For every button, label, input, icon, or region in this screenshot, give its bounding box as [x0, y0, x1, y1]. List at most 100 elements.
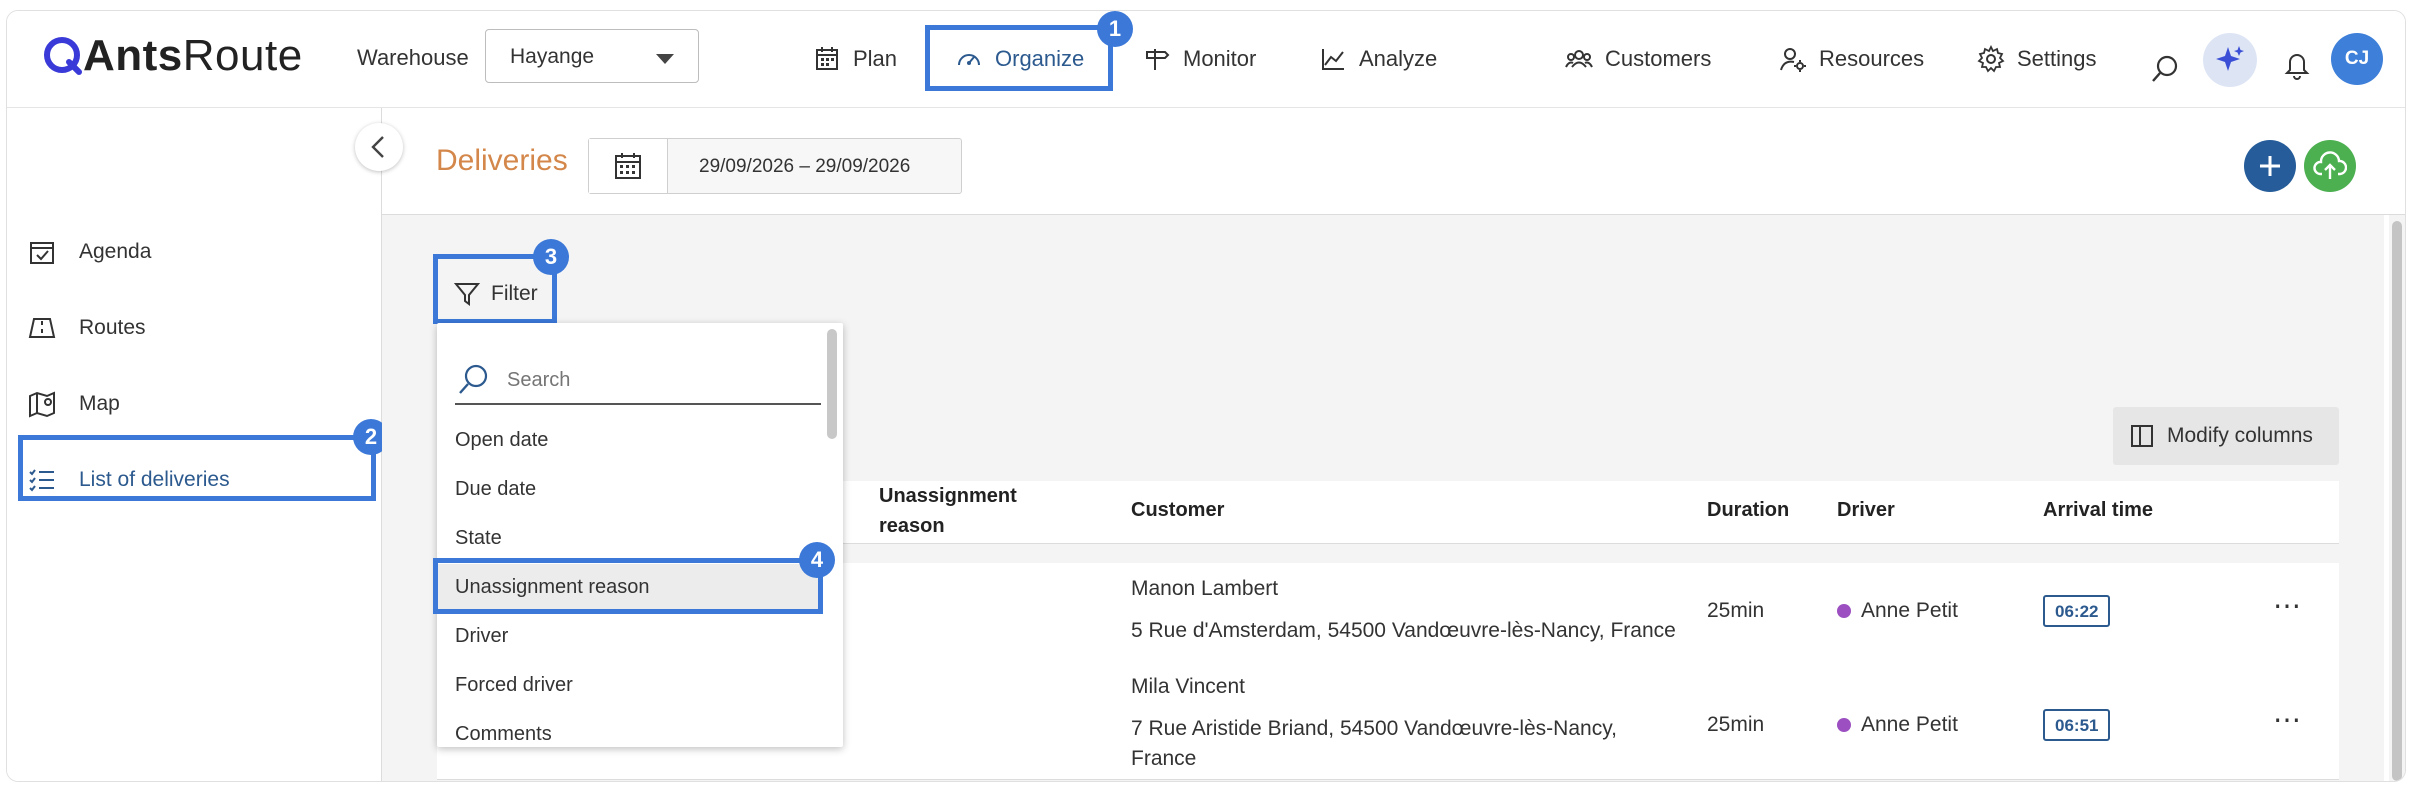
filter-option-state[interactable]: State [437, 515, 821, 561]
nav-plan-label: Plan [853, 46, 898, 71]
nav-resources-label: Resources [1819, 46, 1925, 71]
sparkle-icon [2216, 46, 2244, 71]
dropdown-scrollbar-thumb[interactable] [827, 329, 837, 439]
date-range-picker[interactable]: 29/09/2026 – 29/09/2026 [588, 138, 962, 194]
filter-dropdown: Open date Due date State Unassignment re… [437, 323, 843, 747]
search-icon [459, 364, 488, 394]
customer-address: 5 Rue d'Amsterdam, 54500 Vandœuvre-lès-N… [1131, 619, 1676, 642]
modify-columns-button[interactable]: Modify columns [2113, 407, 2339, 465]
nav-plan[interactable]: Plan [813, 39, 897, 79]
filter-search-input[interactable] [505, 367, 809, 393]
user-avatar[interactable]: CJ [2331, 33, 2383, 85]
nav-customers[interactable]: Customers [1565, 39, 1711, 79]
map-icon [29, 391, 55, 418]
top-header: AntsRoute Warehouse Hayange Plan Organiz… [7, 11, 2405, 108]
notifications-button[interactable] [2279, 47, 2315, 83]
warehouse-select[interactable]: Hayange [485, 29, 699, 83]
customer-name: Manon Lambert [1131, 577, 1279, 600]
page-title: Deliveries [436, 144, 568, 177]
main-scrollbar[interactable] [2389, 215, 2405, 781]
routes-icon [28, 318, 56, 338]
date-picker-calendar-button[interactable] [589, 139, 668, 193]
gear-icon [1977, 45, 2005, 73]
customer-name: Mila Vincent [1131, 675, 1246, 698]
sidebar-item-map[interactable]: Map [27, 384, 120, 424]
nav-resources[interactable]: Resources [1779, 39, 1924, 79]
filter-option-driver[interactable]: Driver [437, 613, 821, 659]
nav-customers-label: Customers [1605, 46, 1712, 71]
nav-monitor[interactable]: Monitor [1143, 39, 1256, 79]
driver-cell: Anne Petit [1837, 599, 1958, 623]
page-topbar: Deliveries 29/09/2026 – 29/09/2026 [382, 108, 2405, 215]
chart-icon [1322, 49, 1344, 70]
sidebar-item-routes-label: Routes [79, 316, 146, 339]
warehouse-value: Hayange [510, 45, 595, 68]
calendar-icon [816, 47, 838, 70]
logo-icon [44, 37, 82, 75]
signpost-icon [1146, 49, 1170, 70]
customer-address: 7 Rue Aristide Briand, 54500 Vandœuvre-l… [1131, 717, 1617, 740]
add-delivery-button[interactable] [2244, 140, 2296, 192]
driver-name: Anne Petit [1861, 713, 1958, 736]
duration-value: 25min [1707, 599, 1765, 622]
user-gear-icon [1780, 48, 1806, 72]
sidebar-item-agenda[interactable]: Agenda [27, 232, 151, 272]
filter-option-comments[interactable]: Comments [437, 711, 821, 747]
more-options-icon[interactable]: ⋯ [2273, 589, 2303, 622]
customer-address-line2: France [1131, 747, 1197, 770]
column-header-unassignment-reason[interactable]: Unassignment reason [879, 481, 1017, 541]
column-header-arrival-time[interactable]: Arrival time [2043, 499, 2153, 522]
driver-color-dot [1837, 718, 1851, 733]
column-header-driver[interactable]: Driver [1837, 499, 1895, 522]
driver-name: Anne Petit [1861, 599, 1958, 622]
sidebar-item-routes[interactable]: Routes [27, 308, 146, 348]
ai-assistant-button[interactable] [2203, 33, 2257, 87]
filter-option-due-date[interactable]: Due date [437, 466, 821, 512]
columns-icon [2131, 425, 2153, 447]
sidebar-item-map-label: Map [79, 392, 120, 415]
collapse-sidebar-button[interactable] [355, 123, 403, 171]
column-header-duration[interactable]: Duration [1707, 499, 1789, 522]
main-scrollbar-thumb[interactable] [2392, 221, 2402, 781]
bell-icon [2284, 54, 2310, 80]
logo-text: AntsRoute [83, 31, 303, 80]
search-button[interactable] [2147, 51, 2183, 87]
upload-button[interactable] [2304, 140, 2356, 192]
duration-value: 25min [1707, 713, 1765, 736]
nav-analyze[interactable]: Analyze [1319, 39, 1437, 79]
filter-search [455, 357, 821, 405]
highlight-organize [925, 25, 1113, 91]
plus-icon [2260, 156, 2280, 176]
chevron-left-icon [371, 136, 384, 158]
nav-settings-label: Settings [2017, 46, 2097, 71]
step-badge-3: 3 [533, 239, 569, 275]
calendar-check-icon [30, 242, 54, 264]
search-icon [2152, 55, 2178, 82]
warehouse-label: Warehouse [357, 45, 469, 70]
more-options-icon[interactable]: ⋯ [2273, 703, 2303, 736]
filter-option-forced-driver[interactable]: Forced driver [437, 662, 821, 708]
app-window: AntsRoute Warehouse Hayange Plan Organiz… [6, 10, 2406, 782]
dropdown-scrollbar[interactable] [827, 329, 839, 741]
step-badge-1: 1 [1097, 11, 1133, 47]
arrival-time-badge: 06:22 [2043, 595, 2111, 627]
highlight-list-of-deliveries [18, 435, 376, 501]
nav-settings[interactable]: Settings [1977, 39, 2097, 79]
column-header-customer[interactable]: Customer [1131, 499, 1224, 522]
users-icon [1565, 50, 1593, 68]
date-range-value: 29/09/2026 – 29/09/2026 [699, 156, 911, 177]
column-header-unassignment-reason-line2: reason [879, 515, 945, 537]
nav-analyze-label: Analyze [1359, 46, 1438, 71]
arrival-time-badge: 06:51 [2043, 709, 2111, 741]
antsroute-logo[interactable]: AntsRoute [43, 31, 303, 81]
chevron-down-icon [656, 54, 674, 64]
calendar-icon [615, 153, 641, 179]
sidebar-item-agenda-label: Agenda [79, 240, 152, 263]
highlight-unassignment-reason [433, 558, 823, 614]
step-badge-4: 4 [799, 542, 835, 578]
nav-monitor-label: Monitor [1183, 46, 1257, 71]
filter-option-open-date[interactable]: Open date [437, 417, 821, 463]
cloud-upload-icon [2313, 151, 2347, 179]
modify-columns-label: Modify columns [2167, 424, 2313, 447]
column-header-unassignment-reason-line1: Unassignment [879, 485, 1017, 507]
